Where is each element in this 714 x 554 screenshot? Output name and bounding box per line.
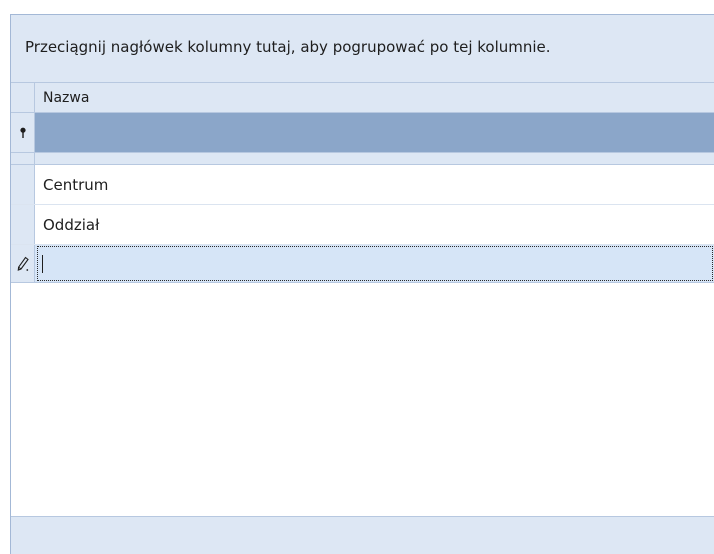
row-indicator[interactable] — [11, 165, 35, 204]
cell-nazwa[interactable]: Oddział — [35, 205, 714, 244]
filter-separator — [11, 153, 714, 165]
filter-pin-icon — [19, 127, 27, 139]
table-row[interactable]: Centrum — [11, 165, 714, 205]
grid-footer — [11, 516, 714, 554]
column-header-row: Nazwa — [11, 83, 714, 113]
filter-row-indicator — [11, 113, 35, 152]
row-indicator[interactable] — [11, 205, 35, 244]
group-by-panel[interactable]: Przeciągnij nagłówek kolumny tutaj, aby … — [11, 15, 714, 83]
edit-pencil-icon — [16, 256, 30, 272]
table-row[interactable]: Oddział — [11, 205, 714, 245]
separator-indicator — [11, 153, 35, 164]
auto-filter-row — [11, 113, 714, 153]
filter-cell-nazwa[interactable] — [35, 113, 714, 152]
header-indicator-cell — [11, 83, 35, 112]
new-item-row[interactable] — [11, 245, 714, 283]
column-header-nazwa[interactable]: Nazwa — [35, 83, 714, 112]
new-item-input-nazwa[interactable] — [37, 246, 713, 281]
new-row-indicator — [11, 245, 35, 282]
data-grid: Przeciągnij nagłówek kolumny tutaj, aby … — [10, 14, 714, 554]
cell-nazwa[interactable]: Centrum — [35, 165, 714, 204]
group-by-hint: Przeciągnij nagłówek kolumny tutaj, aby … — [25, 38, 551, 56]
text-caret — [42, 254, 43, 273]
